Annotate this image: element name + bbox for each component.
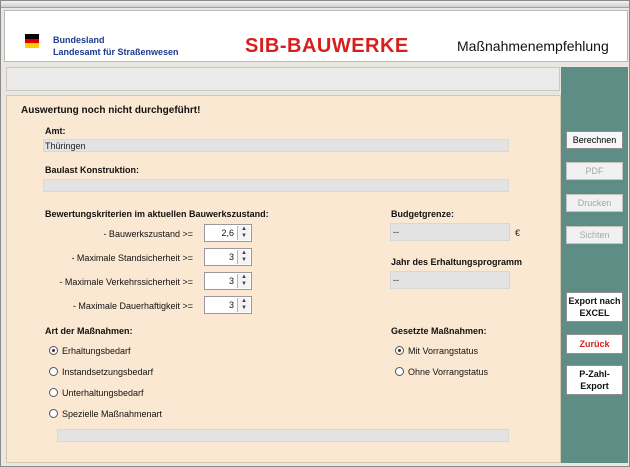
org-line-1: Bundesland xyxy=(53,35,105,45)
radio-erhaltungsbedarf[interactable]: Erhaltungsbedarf xyxy=(49,346,131,356)
jahr-label: Jahr des Erhaltungsprogramm xyxy=(391,257,523,267)
verkehrssicherheit-value: 3 xyxy=(228,276,234,286)
p-zahl-export-label-line-2: Export xyxy=(580,381,609,391)
standsicherheit-value: 3 xyxy=(228,252,234,262)
radio-icon[interactable] xyxy=(49,409,58,418)
radio-unterhaltungsbedarf[interactable]: Unterhaltungsbedarf xyxy=(49,388,144,398)
radio-label: Erhaltungsbedarf xyxy=(62,346,131,356)
special-measure-field[interactable] xyxy=(57,429,509,442)
radio-icon[interactable] xyxy=(395,367,404,376)
stepper-arrows-icon[interactable]: ▲ ▼ xyxy=(237,274,250,288)
baulast-field xyxy=(43,179,509,192)
stepper-arrows-icon[interactable]: ▲ ▼ xyxy=(237,226,250,240)
zurueck-button[interactable]: Zurück xyxy=(566,334,623,354)
germany-flag-icon xyxy=(25,34,39,48)
gesetzt-label: Gesetzte Maßnahmen: xyxy=(391,326,487,336)
dauerhaftigkeit-value: 3 xyxy=(228,300,234,310)
org-name: Bundesland Landesamt für Straßenwesen xyxy=(53,34,179,58)
budget-label: Budgetgrenze: xyxy=(391,209,454,219)
stepper-arrows-icon[interactable]: ▲ ▼ xyxy=(237,298,250,312)
bauwerkszustand-value: 2,6 xyxy=(221,228,234,238)
dauerhaftigkeit-stepper[interactable]: 3 ▲ ▼ xyxy=(204,296,252,314)
p-zahl-export-label-line-1: P-Zahl- xyxy=(579,369,610,379)
drucken-button[interactable]: Drucken xyxy=(566,194,623,212)
sichten-button[interactable]: Sichten xyxy=(566,226,623,244)
standsicherheit-stepper[interactable]: 3 ▲ ▼ xyxy=(204,248,252,266)
pdf-button[interactable]: PDF xyxy=(566,162,623,180)
criteria-label-verkehrssicherheit: - Maximale Verkehrssicherheit >= xyxy=(59,277,193,287)
page-subtitle: Maßnahmenempfehlung xyxy=(457,38,609,54)
stepper-arrows-icon[interactable]: ▲ ▼ xyxy=(237,250,250,264)
radio-mit-vorrangstatus[interactable]: Mit Vorrangstatus xyxy=(395,346,478,356)
radio-icon[interactable] xyxy=(49,388,58,397)
title-bar xyxy=(1,1,629,8)
bauwerkszustand-stepper[interactable]: 2,6 ▲ ▼ xyxy=(204,224,252,242)
budget-field[interactable]: -- xyxy=(390,223,510,241)
p-zahl-export-button[interactable]: P-Zahl- Export xyxy=(566,365,623,395)
radio-label: Instandsetzungsbedarf xyxy=(62,367,154,377)
criteria-label-standsicherheit: - Maximale Standsicherheit >= xyxy=(71,253,193,263)
export-excel-label-line-2: EXCEL xyxy=(579,308,610,318)
radio-selected-icon[interactable] xyxy=(395,346,404,355)
criteria-label: Bewertungskriterien im aktuellen Bauwerk… xyxy=(45,209,269,219)
export-excel-label-line-1: Export nach xyxy=(568,296,621,306)
criteria-label-bauwerkszustand: - Bauwerkszustand >= xyxy=(103,229,193,239)
app-title: SIB-BAUWERKE xyxy=(245,35,409,57)
berechnen-button[interactable]: Berechnen xyxy=(566,131,623,149)
amt-field xyxy=(43,139,509,152)
status-message: Auswertung noch nicht durchgeführt! xyxy=(21,105,201,116)
radio-icon[interactable] xyxy=(49,367,58,376)
budget-value: -- xyxy=(393,227,399,237)
amt-value: Thüringen xyxy=(45,141,86,151)
jahr-value: -- xyxy=(393,275,399,285)
app-window: Bundesland Landesamt für Straßenwesen SI… xyxy=(0,0,630,467)
radio-label: Ohne Vorrangstatus xyxy=(408,367,489,377)
org-line-2: Landesamt für Straßenwesen xyxy=(53,47,179,57)
radio-selected-icon[interactable] xyxy=(49,346,58,355)
radio-label: Unterhaltungsbedarf xyxy=(62,388,144,398)
export-excel-button[interactable]: Export nach EXCEL xyxy=(566,292,623,322)
budget-unit: € xyxy=(515,228,521,238)
radio-spezielle-massnahmenart[interactable]: Spezielle Maßnahmenart xyxy=(49,409,162,419)
radio-instandsetzungsbedarf[interactable]: Instandsetzungsbedarf xyxy=(49,367,153,377)
verkehrssicherheit-stepper[interactable]: 3 ▲ ▼ xyxy=(204,272,252,290)
jahr-field[interactable]: -- xyxy=(390,271,510,289)
baulast-label: Baulast Konstruktion: xyxy=(45,165,140,175)
button-sidebar xyxy=(561,67,628,463)
criteria-label-dauerhaftigkeit: - Maximale Dauerhaftigkeit >= xyxy=(72,301,193,311)
radio-ohne-vorrangstatus[interactable]: Ohne Vorrangstatus xyxy=(395,367,488,377)
amt-label: Amt: xyxy=(45,126,66,136)
radio-label: Mit Vorrangstatus xyxy=(408,346,479,356)
radio-label: Spezielle Maßnahmenart xyxy=(62,409,163,419)
art-label: Art der Maßnahmen: xyxy=(45,326,133,336)
toolbar-strip xyxy=(6,67,560,91)
